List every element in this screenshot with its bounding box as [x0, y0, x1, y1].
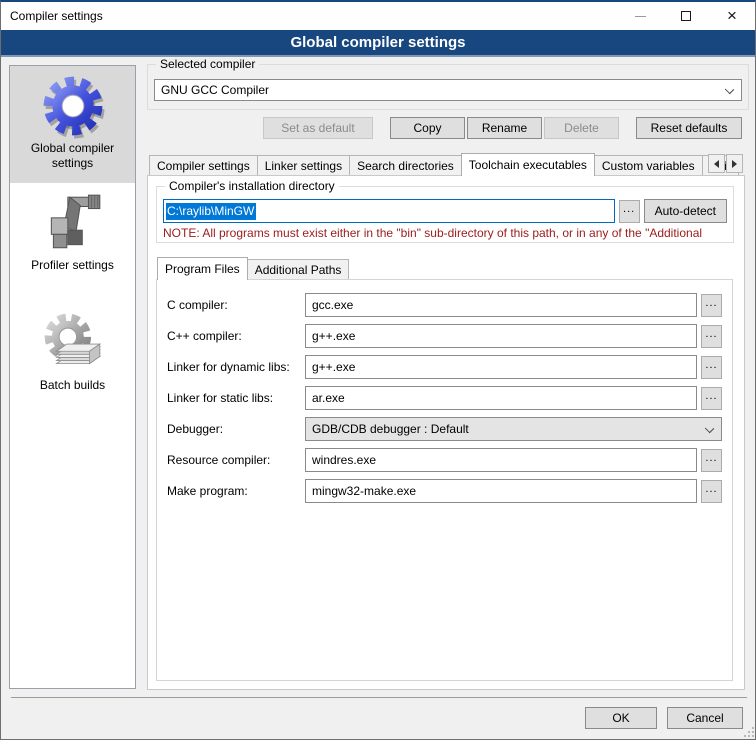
static-linker-input[interactable] — [305, 386, 697, 410]
resize-grip[interactable] — [742, 725, 754, 737]
compiler-button-row: Set as default Copy Rename Delete Reset … — [147, 117, 749, 139]
resource-compiler-browse-button[interactable]: ... — [701, 449, 722, 472]
installation-directory-row: C:\raylib\MinGW ... Auto-detect — [163, 199, 727, 223]
installation-directory-browse-button[interactable]: ... — [619, 200, 640, 223]
settings-tab-bar: Compiler settings Linker settings Search… — [147, 152, 749, 175]
arrow-left-icon — [714, 160, 719, 168]
ok-button[interactable]: OK — [585, 707, 657, 729]
dynamic-linker-row: Linker for dynamic libs: ... — [167, 355, 722, 379]
debugger-combobox[interactable]: GDB/CDB debugger : Default — [305, 417, 722, 441]
copy-button[interactable]: Copy — [390, 117, 465, 139]
auto-detect-button[interactable]: Auto-detect — [644, 199, 727, 223]
field-label: C++ compiler: — [167, 329, 305, 343]
chevron-down-icon — [725, 85, 734, 94]
title-bar[interactable]: Compiler settings × — [1, 2, 755, 30]
subtab-label: Additional Paths — [255, 263, 342, 277]
close-icon: × — [727, 7, 737, 24]
static-linker-row: Linker for static libs: ... — [167, 386, 722, 410]
field-label: Debugger: — [167, 422, 305, 436]
resource-compiler-row: Resource compiler: ... — [167, 448, 722, 472]
page-title: Global compiler settings — [290, 34, 465, 51]
tab-scroll-arrows — [707, 154, 743, 173]
selected-compiler-group: Selected compiler GNU GCC Compiler — [147, 64, 749, 110]
chevron-down-icon — [705, 424, 714, 433]
tab-linker-settings[interactable]: Linker settings — [257, 155, 350, 175]
minimize-button[interactable] — [617, 2, 663, 30]
field-label: C compiler: — [167, 298, 305, 312]
gear-stack-icon — [40, 310, 106, 376]
field-label: Linker for dynamic libs: — [167, 360, 305, 374]
tab-compiler-settings[interactable]: Compiler settings — [149, 155, 258, 175]
make-program-row: Make program: ... — [167, 479, 722, 503]
dynamic-linker-browse-button[interactable]: ... — [701, 356, 722, 379]
make-program-input[interactable] — [305, 479, 697, 503]
close-button[interactable]: × — [709, 2, 755, 30]
tab-label: Custom variables — [602, 159, 695, 173]
delete-button[interactable]: Delete — [544, 117, 619, 139]
cancel-button[interactable]: Cancel — [667, 707, 743, 729]
sidebar-item-global-compiler-settings[interactable]: Global compiler settings — [10, 66, 135, 183]
dialog-footer: OK Cancel — [11, 697, 747, 738]
tab-label: Linker settings — [265, 159, 342, 173]
installation-directory-group: Compiler's installation directory C:\ray… — [156, 186, 734, 243]
tab-label: Toolchain executables — [469, 158, 587, 172]
blue-gear-icon — [40, 73, 106, 139]
dialog-header: Global compiler settings — [1, 30, 755, 57]
subtab-label: Program Files — [165, 262, 240, 276]
set-as-default-button[interactable]: Set as default — [263, 117, 373, 139]
installation-directory-input[interactable]: C:\raylib\MinGW — [163, 199, 615, 223]
resource-compiler-input[interactable] — [305, 448, 697, 472]
field-label: Make program: — [167, 484, 305, 498]
selected-compiler-group-label: Selected compiler — [156, 57, 259, 72]
sidebar-item-label: Batch builds — [12, 378, 133, 393]
static-linker-browse-button[interactable]: ... — [701, 387, 722, 410]
debugger-row: Debugger: GDB/CDB debugger : Default — [167, 417, 722, 441]
sidebar-item-label: Profiler settings — [12, 258, 133, 273]
dynamic-linker-input[interactable] — [305, 355, 697, 379]
c-compiler-row: C compiler: ... — [167, 293, 722, 317]
window-title: Compiler settings — [1, 9, 103, 23]
bin-subdirectory-note: NOTE: All programs must exist either in … — [163, 226, 727, 240]
program-files-panel: C compiler: ... C++ compiler: ... Linker… — [156, 279, 733, 681]
cpp-compiler-input[interactable] — [305, 324, 697, 348]
tab-scroll-left-button[interactable] — [708, 154, 725, 173]
toolchain-executables-page: Compiler's installation directory C:\ray… — [147, 175, 745, 690]
tab-custom-variables[interactable]: Custom variables — [594, 155, 703, 175]
paths-subtab-bar: Program Files Additional Paths — [156, 256, 734, 279]
subtab-program-files[interactable]: Program Files — [157, 257, 248, 280]
c-compiler-browse-button[interactable]: ... — [701, 294, 722, 317]
maximize-button[interactable] — [663, 2, 709, 30]
field-label: Linker for static libs: — [167, 391, 305, 405]
tab-label: Search directories — [357, 159, 454, 173]
arrow-right-icon — [732, 160, 737, 168]
settings-pane: Selected compiler GNU GCC Compiler Set a… — [147, 57, 749, 697]
rename-button[interactable]: Rename — [467, 117, 542, 139]
settings-sidebar: Global compiler settings Profiler settin… — [9, 65, 136, 689]
compiler-settings-dialog: Compiler settings × Global compiler sett… — [0, 0, 756, 740]
subtab-additional-paths[interactable]: Additional Paths — [247, 259, 350, 279]
tab-label: Compiler settings — [157, 159, 250, 173]
maximize-icon — [681, 11, 691, 21]
dialog-body: Global compiler settings Profiler settin… — [1, 57, 755, 738]
sidebar-item-batch-builds[interactable]: Batch builds — [10, 303, 135, 405]
sidebar-item-profiler-settings[interactable]: Profiler settings — [10, 183, 135, 285]
cpp-compiler-row: C++ compiler: ... — [167, 324, 722, 348]
minimize-icon — [635, 16, 646, 17]
cpp-compiler-browse-button[interactable]: ... — [701, 325, 722, 348]
caliper-icon — [40, 190, 106, 256]
field-label: Resource compiler: — [167, 453, 305, 467]
caption-buttons: × — [617, 2, 755, 30]
tab-toolchain-executables[interactable]: Toolchain executables — [461, 153, 595, 176]
make-program-browse-button[interactable]: ... — [701, 480, 722, 503]
c-compiler-input[interactable] — [305, 293, 697, 317]
tab-scroll-right-button[interactable] — [726, 154, 743, 173]
selected-compiler-value: GNU GCC Compiler — [161, 83, 269, 97]
tab-search-directories[interactable]: Search directories — [349, 155, 462, 175]
debugger-value: GDB/CDB debugger : Default — [312, 422, 469, 436]
installation-directory-group-label: Compiler's installation directory — [165, 179, 339, 194]
reset-defaults-button[interactable]: Reset defaults — [636, 117, 742, 139]
selected-compiler-combobox[interactable]: GNU GCC Compiler — [154, 79, 742, 101]
installation-directory-value: C:\raylib\MinGW — [166, 203, 256, 220]
sidebar-item-label: Global compiler settings — [12, 141, 133, 171]
